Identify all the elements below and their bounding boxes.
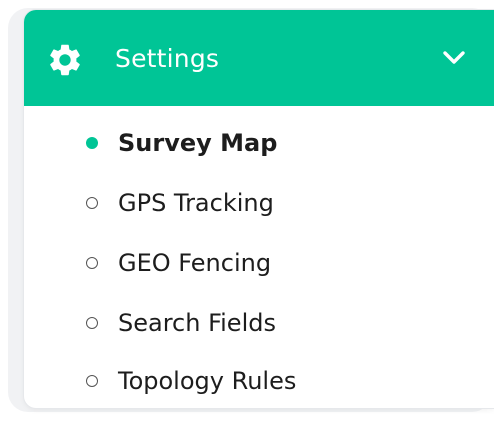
menu-item-survey-map[interactable]: Survey Map — [24, 118, 494, 170]
menu-item-label: Survey Map — [118, 129, 278, 157]
menu-item-label: Topology Rules — [118, 367, 297, 395]
bullet-icon — [86, 375, 98, 387]
menu-item-geo-fencing[interactable]: GEO Fencing — [24, 238, 494, 290]
active-bullet-icon — [86, 137, 98, 149]
chevron-down-icon[interactable] — [442, 50, 466, 66]
gear-icon — [50, 44, 80, 76]
menu-item-label: GPS Tracking — [118, 189, 274, 217]
menu-item-label: GEO Fencing — [118, 249, 272, 277]
menu-item-search-fields[interactable]: Search Fields — [24, 298, 494, 350]
bullet-icon — [86, 317, 98, 329]
menu-item-topology-rules[interactable]: Topology Rules — [24, 356, 494, 408]
menu-item-gps-tracking[interactable]: GPS Tracking — [24, 178, 494, 230]
menu-item-label: Search Fields — [118, 309, 276, 337]
settings-title: Settings — [115, 44, 220, 73]
settings-header[interactable]: Settings — [24, 10, 494, 106]
bullet-icon — [86, 257, 98, 269]
bullet-icon — [86, 197, 98, 209]
settings-menu: Settings Survey Map GPS Tracking GEO Fen… — [24, 10, 494, 408]
